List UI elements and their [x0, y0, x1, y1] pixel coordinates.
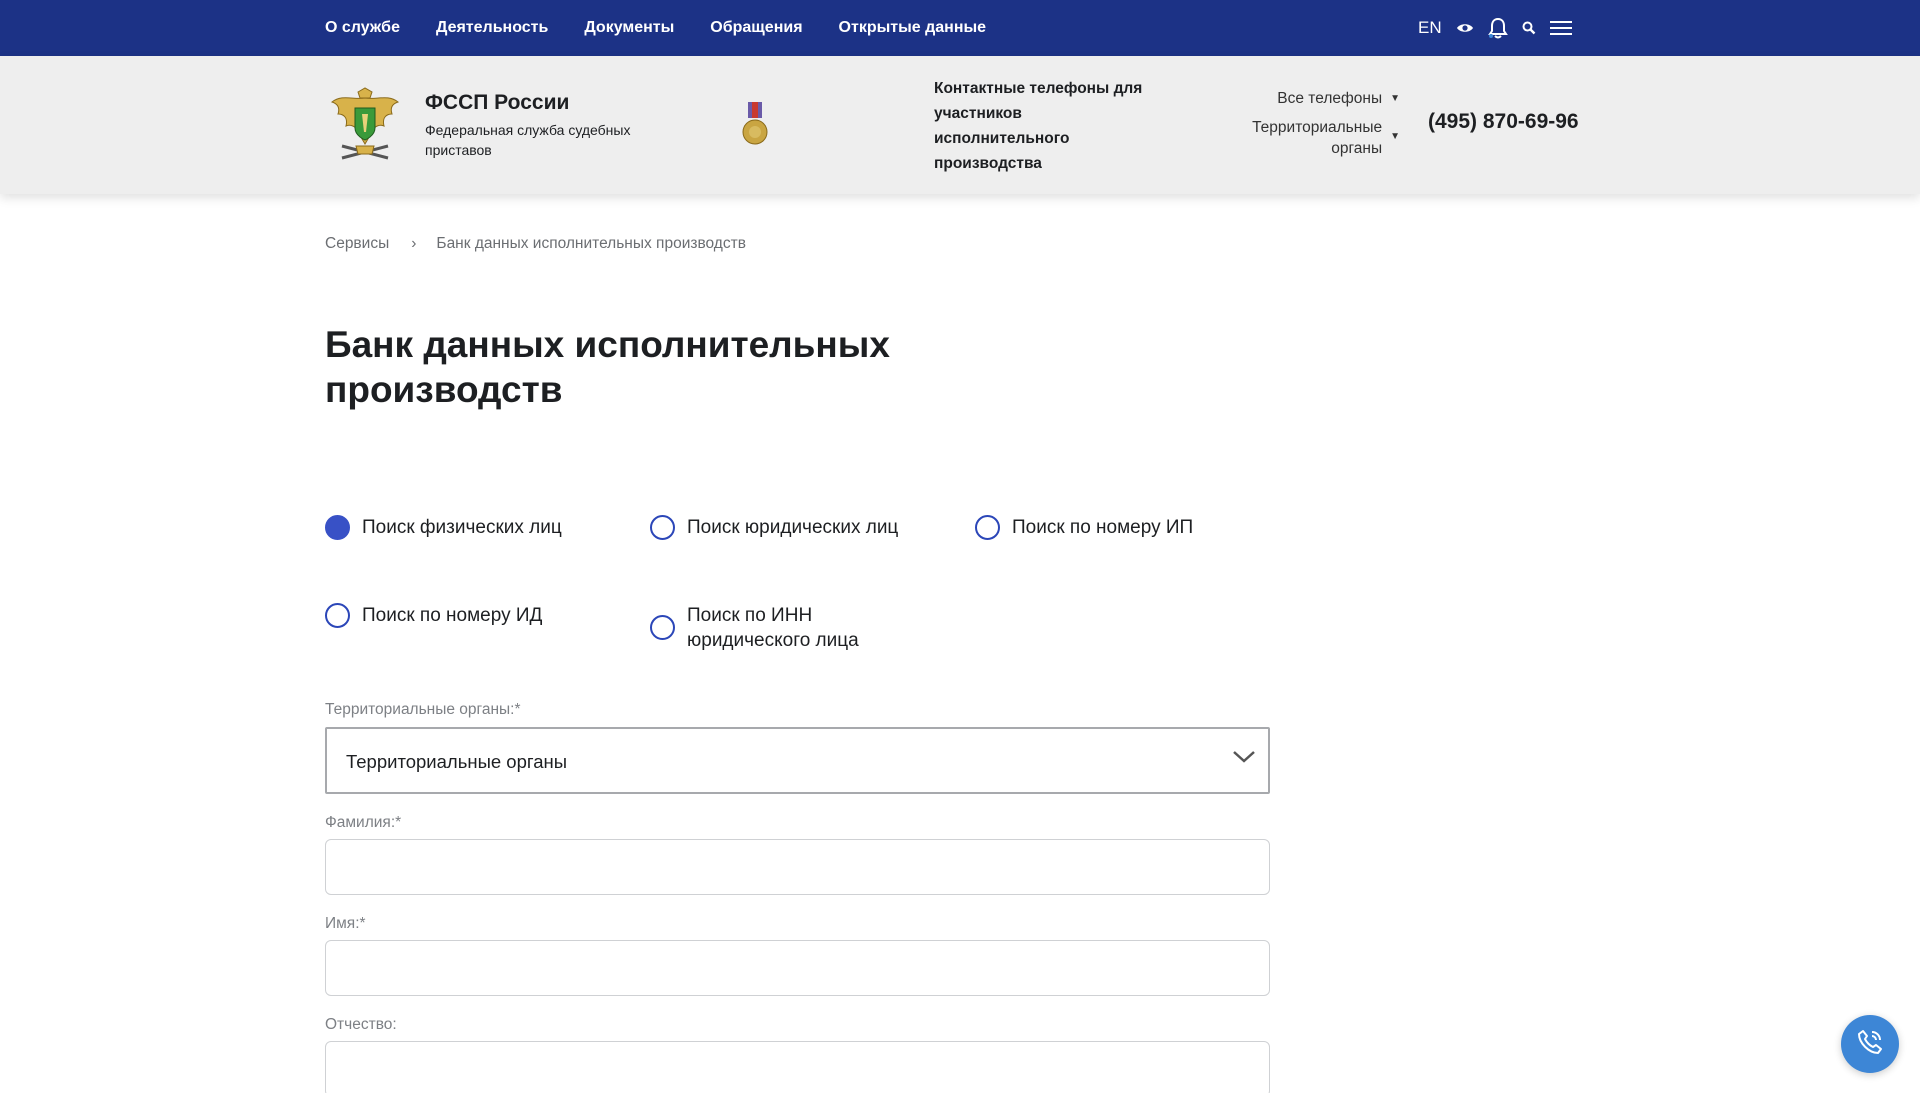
radio-search-legal-entities[interactable]: Поиск юридических лиц [650, 515, 898, 540]
eye-icon[interactable] [1456, 22, 1474, 34]
radio-search-ip-number[interactable]: Поиск по номеру ИП [975, 515, 1193, 540]
top-navigation-bar: О службе Деятельность Документы Обращени… [0, 0, 1920, 56]
callback-button[interactable] [1841, 1015, 1899, 1073]
territorial-dropdown[interactable]: Территориальные органы ▼ [1210, 117, 1400, 159]
hotline-phone[interactable]: (495) 870-69-96 [1428, 110, 1579, 134]
search-icon[interactable] [1522, 21, 1536, 35]
main-menu: О службе Деятельность Документы Обращени… [325, 0, 1022, 56]
breadcrumb-current: Банк данных исполнительных производств [436, 235, 746, 252]
caret-down-icon: ▼ [1390, 93, 1400, 104]
nav-item-appeals[interactable]: Обращения [710, 19, 802, 37]
patronymic-field-label: Отчество: [325, 1016, 397, 1033]
territorial-select-value: Территориальные органы [346, 751, 568, 772]
medal-icon [740, 102, 770, 148]
radio-indicator [325, 603, 350, 628]
breadcrumb: Сервисы › Банк данных исполнительных про… [325, 235, 746, 253]
all-phones-dropdown[interactable]: Все телефоны ▼ [1210, 88, 1400, 109]
chevron-down-icon [1232, 750, 1256, 769]
lastname-input[interactable] [325, 839, 1270, 895]
menu-icon[interactable] [1549, 20, 1572, 36]
radio-search-inn[interactable]: Поиск по ИНН юридического лица [650, 603, 890, 653]
phone-icon [1855, 1027, 1885, 1062]
breadcrumb-services[interactable]: Сервисы [325, 235, 389, 253]
organization-name[interactable]: ФССП России [425, 91, 569, 115]
phones-dropdowns: Все телефоны ▼ Территориальные органы ▼ [1210, 88, 1400, 167]
radio-indicator [650, 515, 675, 540]
nav-item-about[interactable]: О службе [325, 19, 400, 37]
radio-label: Поиск по номеру ИД [362, 605, 543, 626]
contact-phones-title[interactable]: Контактные телефоны для участников испол… [934, 76, 1144, 176]
radio-search-id-number[interactable]: Поиск по номеру ИД [325, 603, 542, 628]
territorial-select[interactable]: Территориальные органы [325, 727, 1270, 794]
patronymic-input[interactable] [325, 1041, 1270, 1093]
organization-subtitle: Федеральная служба судебных приставов [425, 122, 631, 158]
breadcrumb-separator: › [411, 235, 417, 252]
radio-indicator [975, 515, 1000, 540]
page-title: Банк данных исполнительных производств [325, 324, 890, 410]
firstname-input[interactable] [325, 940, 1270, 996]
firstname-field-label: Имя:* [325, 915, 366, 932]
radio-indicator [650, 615, 675, 640]
territorial-field-label: Территориальные органы:* [325, 701, 521, 718]
radio-label: Поиск физических лиц [362, 517, 562, 538]
top-utility-icons: EN [1418, 0, 1586, 56]
territorial-label: Территориальные органы [1252, 119, 1383, 157]
nav-item-open-data[interactable]: Открытые данные [839, 19, 987, 37]
language-switch[interactable]: EN [1418, 18, 1442, 38]
bell-icon[interactable] [1487, 17, 1508, 39]
radio-label: Поиск по номеру ИП [1012, 517, 1194, 538]
radio-label: Поиск по ИНН юридического лица [687, 605, 859, 651]
all-phones-label: Все телефоны [1277, 90, 1383, 107]
lastname-field-label: Фамилия:* [325, 814, 402, 831]
radio-search-individuals[interactable]: Поиск физических лиц [325, 515, 562, 540]
nav-item-documents[interactable]: Документы [584, 19, 674, 37]
caret-down-icon: ▼ [1390, 131, 1400, 142]
radio-label: Поиск юридических лиц [687, 517, 899, 538]
emblem-logo[interactable] [328, 84, 402, 166]
nav-item-activity[interactable]: Деятельность [436, 19, 548, 37]
radio-indicator [325, 515, 350, 540]
